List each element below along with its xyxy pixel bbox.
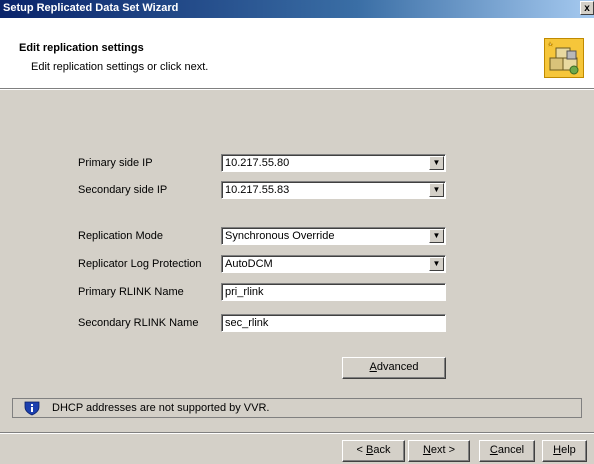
info-bar: DHCP addresses are not supported by VVR. — [12, 398, 582, 418]
page-subtitle: Edit replication settings or click next. — [31, 61, 209, 73]
back-label-rest: ack — [373, 444, 391, 456]
next-mnemonic: N — [422, 444, 431, 456]
primary-ip-value: 10.217.55.80 — [225, 157, 290, 169]
chevron-down-icon[interactable]: ▼ — [429, 183, 444, 197]
help-mnemonic: H — [553, 444, 562, 456]
log-protection-value: AutoDCM — [225, 258, 273, 270]
chevron-down-icon[interactable]: ▼ — [429, 156, 444, 170]
secondary-ip-value: 10.217.55.83 — [225, 184, 290, 196]
help-button[interactable]: Help — [542, 440, 587, 462]
chevron-down-icon[interactable]: ▼ — [429, 257, 444, 271]
next-label-rest: ext > — [430, 444, 456, 456]
close-icon: x — [584, 3, 590, 14]
cancel-label-rest: ancel — [497, 444, 525, 456]
secondary-rlink-value: sec_rlink — [225, 317, 269, 329]
close-button[interactable]: x — [580, 1, 594, 15]
advanced-mnemonic: A — [369, 361, 377, 373]
chevron-down-icon[interactable]: ▼ — [429, 229, 444, 243]
log-protection-label: Replicator Log Protection — [78, 258, 202, 270]
replication-mode-label: Replication Mode — [78, 230, 163, 242]
cancel-button[interactable]: Cancel — [479, 440, 535, 462]
cancel-mnemonic: C — [489, 444, 498, 456]
back-label-prefix: < — [356, 444, 366, 456]
footer-divider — [0, 432, 594, 434]
window-title: Setup Replicated Data Set Wizard — [3, 2, 179, 14]
secondary-ip-label: Secondary side IP — [78, 184, 168, 196]
wizard-header: Edit replication settings Edit replicati… — [0, 18, 594, 88]
info-message: DHCP addresses are not supported by VVR. — [52, 402, 270, 414]
primary-ip-label: Primary side IP — [78, 157, 153, 169]
primary-rlink-label: Primary RLINK Name — [78, 286, 184, 298]
replication-mode-select[interactable]: Synchronous Override ▼ — [221, 227, 446, 245]
info-shield-icon — [24, 401, 40, 416]
title-bar: Setup Replicated Data Set Wizard x — [0, 0, 594, 18]
log-protection-select[interactable]: AutoDCM ▼ — [221, 255, 446, 273]
secondary-rlink-input[interactable]: sec_rlink — [221, 314, 446, 332]
secondary-rlink-label: Secondary RLINK Name — [78, 317, 199, 329]
primary-rlink-input[interactable]: pri_rlink — [221, 283, 446, 301]
advanced-button[interactable]: Advanced — [342, 357, 446, 379]
back-button[interactable]: < Back — [342, 440, 405, 462]
advanced-label-rest: dvanced — [376, 361, 419, 373]
next-button[interactable]: Next > — [408, 440, 470, 462]
secondary-ip-combobox[interactable]: 10.217.55.83 ▼ — [221, 181, 446, 199]
replication-mode-value: Synchronous Override — [225, 230, 335, 242]
wizard-boxes-icon — [544, 38, 584, 78]
page-title: Edit replication settings — [19, 42, 144, 54]
help-label-rest: elp — [561, 444, 576, 456]
wizard-body: Primary side IP 10.217.55.80 ▼ Secondary… — [0, 90, 594, 464]
primary-rlink-value: pri_rlink — [225, 286, 264, 298]
primary-ip-combobox[interactable]: 10.217.55.80 ▼ — [221, 154, 446, 172]
